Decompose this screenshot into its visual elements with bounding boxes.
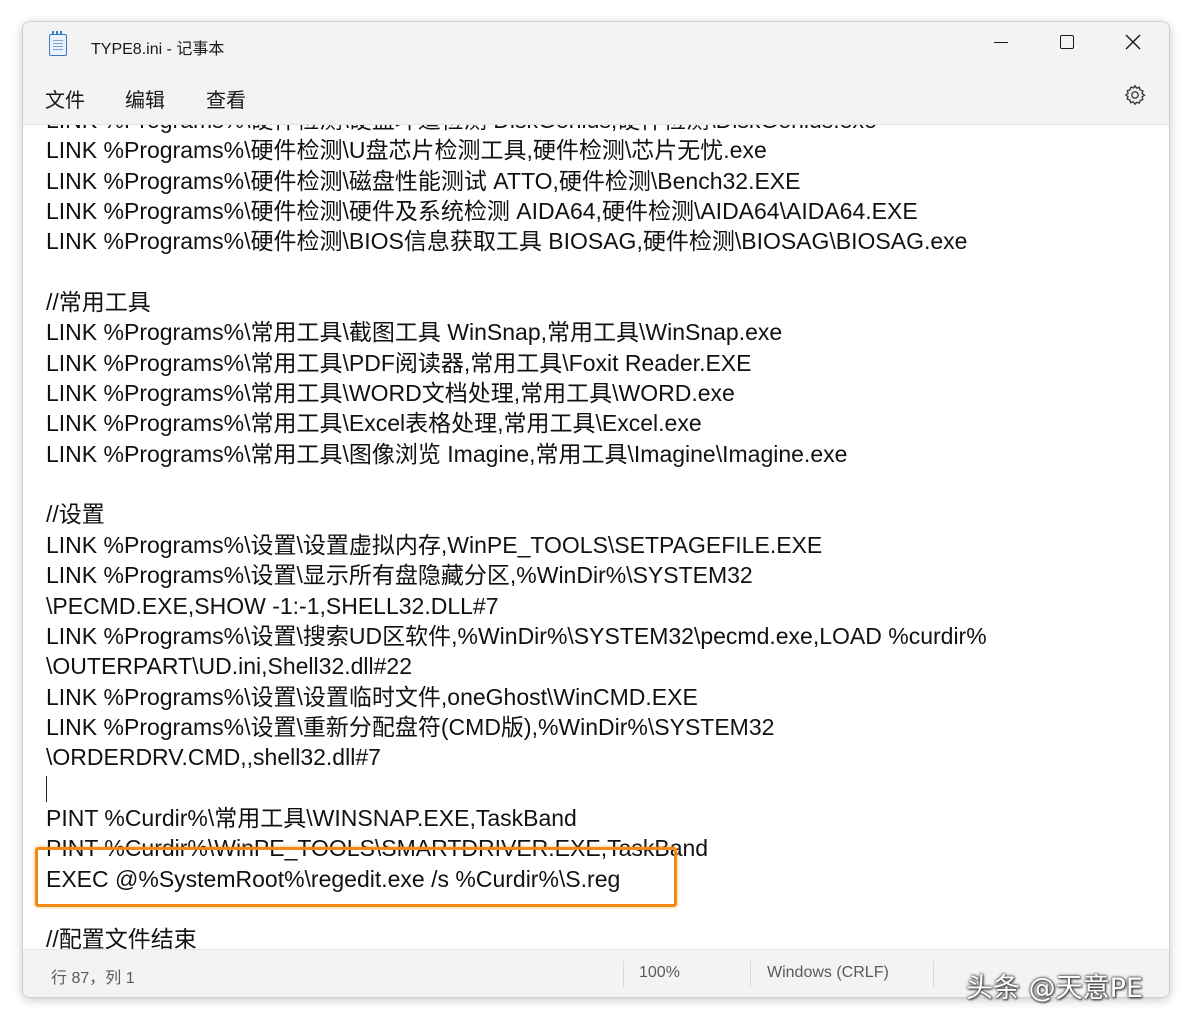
editor-line: LINK %Programs%\常用工具\图像浏览 Imagine,常用工具\I…	[46, 440, 848, 467]
notepad-icon	[49, 31, 67, 56]
editor-line: PINT %Curdir%\常用工具\WINSNAP.EXE,TaskBand	[46, 804, 577, 831]
cursor-position: 行 87，列 1	[51, 970, 135, 987]
editor-line: \PECMD.EXE,SHOW -1:-1,SHELL32.DLL#7	[46, 592, 499, 619]
editor-line: LINK %Programs%\常用工具\截图工具 WinSnap,常用工具\W…	[46, 319, 783, 346]
editor-line: LINK %Programs%\硬件检测\BIOS信息获取工具 BIOSAG,硬…	[46, 228, 968, 255]
editor-line: PINT %Curdir%\WinPE_TOOLS\SMARTDRIVER.EX…	[46, 835, 709, 862]
editor-line: LINK %Programs%\设置\显示所有盘隐藏分区,%WinDir%\SY…	[46, 562, 753, 589]
zoom-level[interactable]: 100%	[639, 964, 680, 982]
editor-line: LINK %Programs%\硬件检测\U盘芯片检测工具,硬件检测\芯片无忧.…	[46, 137, 767, 164]
editor-lines: LINK %Programs%\硬件检测\硬盘坏道检测 DiskGenius,硬…	[46, 125, 987, 950]
status-divider	[750, 961, 751, 987]
status-divider	[623, 961, 624, 987]
editor-line: \OUTERPART\UD.ini,Shell32.dll#22	[46, 653, 413, 680]
editor-line: LINK %Programs%\硬件检测\硬件及系统检测 AIDA64,硬件检测…	[46, 198, 918, 225]
title-bar[interactable]: TYPE8.ini - 记事本	[23, 22, 1169, 68]
editor-line: //配置文件结束	[46, 926, 197, 950]
editor-line: LINK %Programs%\设置\设置虚拟内存,WinPE_TOOLS\SE…	[46, 531, 823, 558]
editor-line-with-caret	[46, 773, 987, 803]
menu-view[interactable]: 查看	[204, 84, 248, 113]
editor-line: LINK %Programs%\硬件检测\硬盘坏道检测 DiskGenius,硬…	[46, 125, 987, 135]
text-editor[interactable]: LINK %Programs%\硬件检测\硬盘坏道检测 DiskGenius,硬…	[23, 125, 1169, 950]
minimize-button[interactable]	[968, 22, 1034, 62]
editor-line: LINK %Programs%\设置\搜索UD区软件,%WinDir%\SYST…	[46, 622, 987, 649]
maximize-icon	[1060, 35, 1074, 49]
editor-line: \ORDERDRV.CMD,,shell32.dll#7	[46, 744, 381, 771]
line-ending[interactable]: Windows (CRLF)	[767, 964, 889, 982]
window-title: TYPE8.ini - 记事本	[91, 41, 225, 58]
text-caret	[46, 776, 47, 803]
editor-line: LINK %Programs%\常用工具\PDF阅读器,常用工具\Foxit R…	[46, 349, 752, 376]
status-divider	[933, 961, 934, 987]
editor-line: LINK %Programs%\设置\重新分配盘符(CMD版),%WinDir%…	[46, 713, 775, 740]
editor-line: LINK %Programs%\常用工具\Excel表格处理,常用工具\Exce…	[46, 410, 702, 437]
editor-line: LINK %Programs%\硬件检测\磁盘性能测试 ATTO,硬件检测\Be…	[46, 167, 801, 194]
notepad-window: TYPE8.ini - 记事本 文件 编辑 查看 LINK %Programs%…	[22, 21, 1170, 998]
menu-bar: 文件 编辑 查看	[23, 68, 1169, 125]
maximize-button[interactable]	[1034, 22, 1100, 62]
minimize-icon	[994, 42, 1008, 43]
watermark-text: 头条 @天意PE	[966, 973, 1143, 1004]
editor-line: //常用工具	[46, 289, 151, 316]
settings-gear-icon[interactable]	[1123, 83, 1147, 107]
editor-line-highlighted: EXEC @%SystemRoot%\regedit.exe /s %Curdi…	[46, 865, 621, 892]
menu-edit[interactable]: 编辑	[123, 84, 167, 113]
editor-line: LINK %Programs%\设置\设置临时文件,oneGhost\WinCM…	[46, 683, 698, 710]
editor-line: LINK %Programs%\常用工具\WORD文档处理,常用工具\WORD.…	[46, 380, 735, 407]
menu-file[interactable]: 文件	[43, 84, 87, 113]
close-button[interactable]	[1100, 22, 1166, 62]
close-icon	[1125, 34, 1141, 50]
editor-line: //设置	[46, 501, 105, 528]
